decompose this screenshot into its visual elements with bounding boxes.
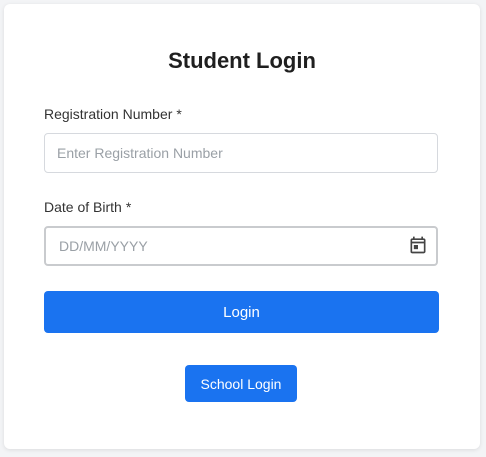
registration-number-label-text: Registration Number [44,106,173,122]
registration-number-input[interactable] [44,133,438,173]
required-mark: * [125,199,132,215]
school-login-button[interactable]: School Login [185,365,297,402]
date-of-birth-label-text: Date of Birth [44,199,122,215]
login-button[interactable]: Login [44,291,439,333]
registration-number-label: Registration Number * [44,106,182,122]
calendar-icon[interactable] [408,235,428,255]
page-title: Student Login [168,48,316,73]
required-mark: * [176,106,182,122]
date-of-birth-label: Date of Birth * [44,199,131,215]
date-of-birth-input[interactable]: DD/MM/YYYY [44,226,438,266]
login-card: Student Login Registration Number* Date … [4,4,480,449]
date-of-birth-placeholder: DD/MM/YYYY [59,238,148,254]
